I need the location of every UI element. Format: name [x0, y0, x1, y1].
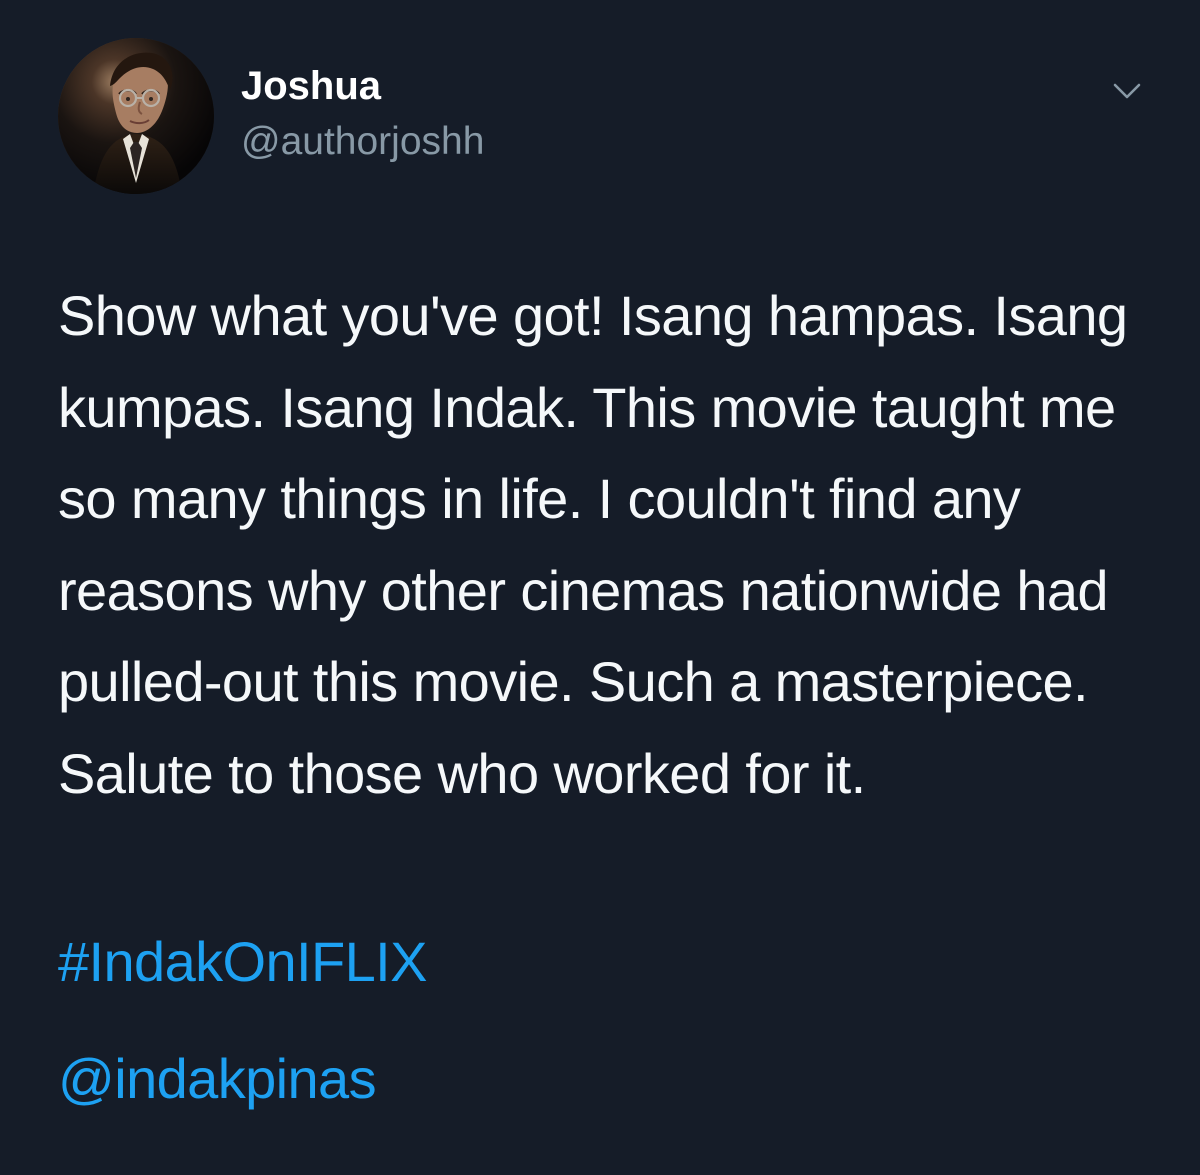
- author-username[interactable]: @authorjoshh: [241, 119, 484, 165]
- tweet-card: Joshua @authorjoshh Show what you've got…: [0, 0, 1200, 1175]
- hashtag-link[interactable]: #IndakOnIFLIX: [58, 926, 427, 998]
- tweet-header: Joshua @authorjoshh: [58, 38, 1148, 198]
- mention-link[interactable]: @indakpinas: [58, 1043, 377, 1115]
- author-display-name[interactable]: Joshua: [241, 62, 484, 110]
- tweet-menu-button[interactable]: [1110, 74, 1144, 108]
- chevron-down-icon: [1113, 83, 1141, 99]
- avatar[interactable]: [58, 38, 214, 194]
- tweet-text: Show what you've got! Isang hampas. Isan…: [58, 284, 1128, 805]
- profile-photo-icon: [58, 38, 214, 194]
- author-info: Joshua @authorjoshh: [241, 62, 484, 165]
